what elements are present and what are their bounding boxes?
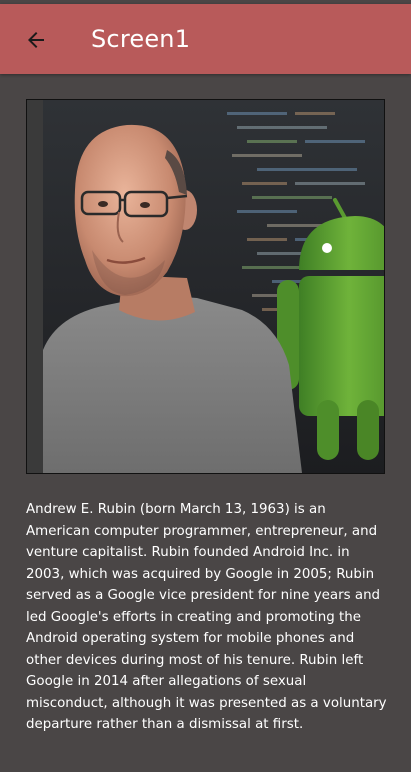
- bio-text: Andrew E. Rubin (born March 13, 1963) is…: [26, 502, 387, 732]
- app-bar: Screen1: [0, 4, 411, 74]
- arrow-left-icon: [24, 28, 48, 52]
- page-title: Screen1: [91, 25, 191, 53]
- back-button[interactable]: [14, 18, 58, 62]
- profile-photo: [26, 99, 385, 474]
